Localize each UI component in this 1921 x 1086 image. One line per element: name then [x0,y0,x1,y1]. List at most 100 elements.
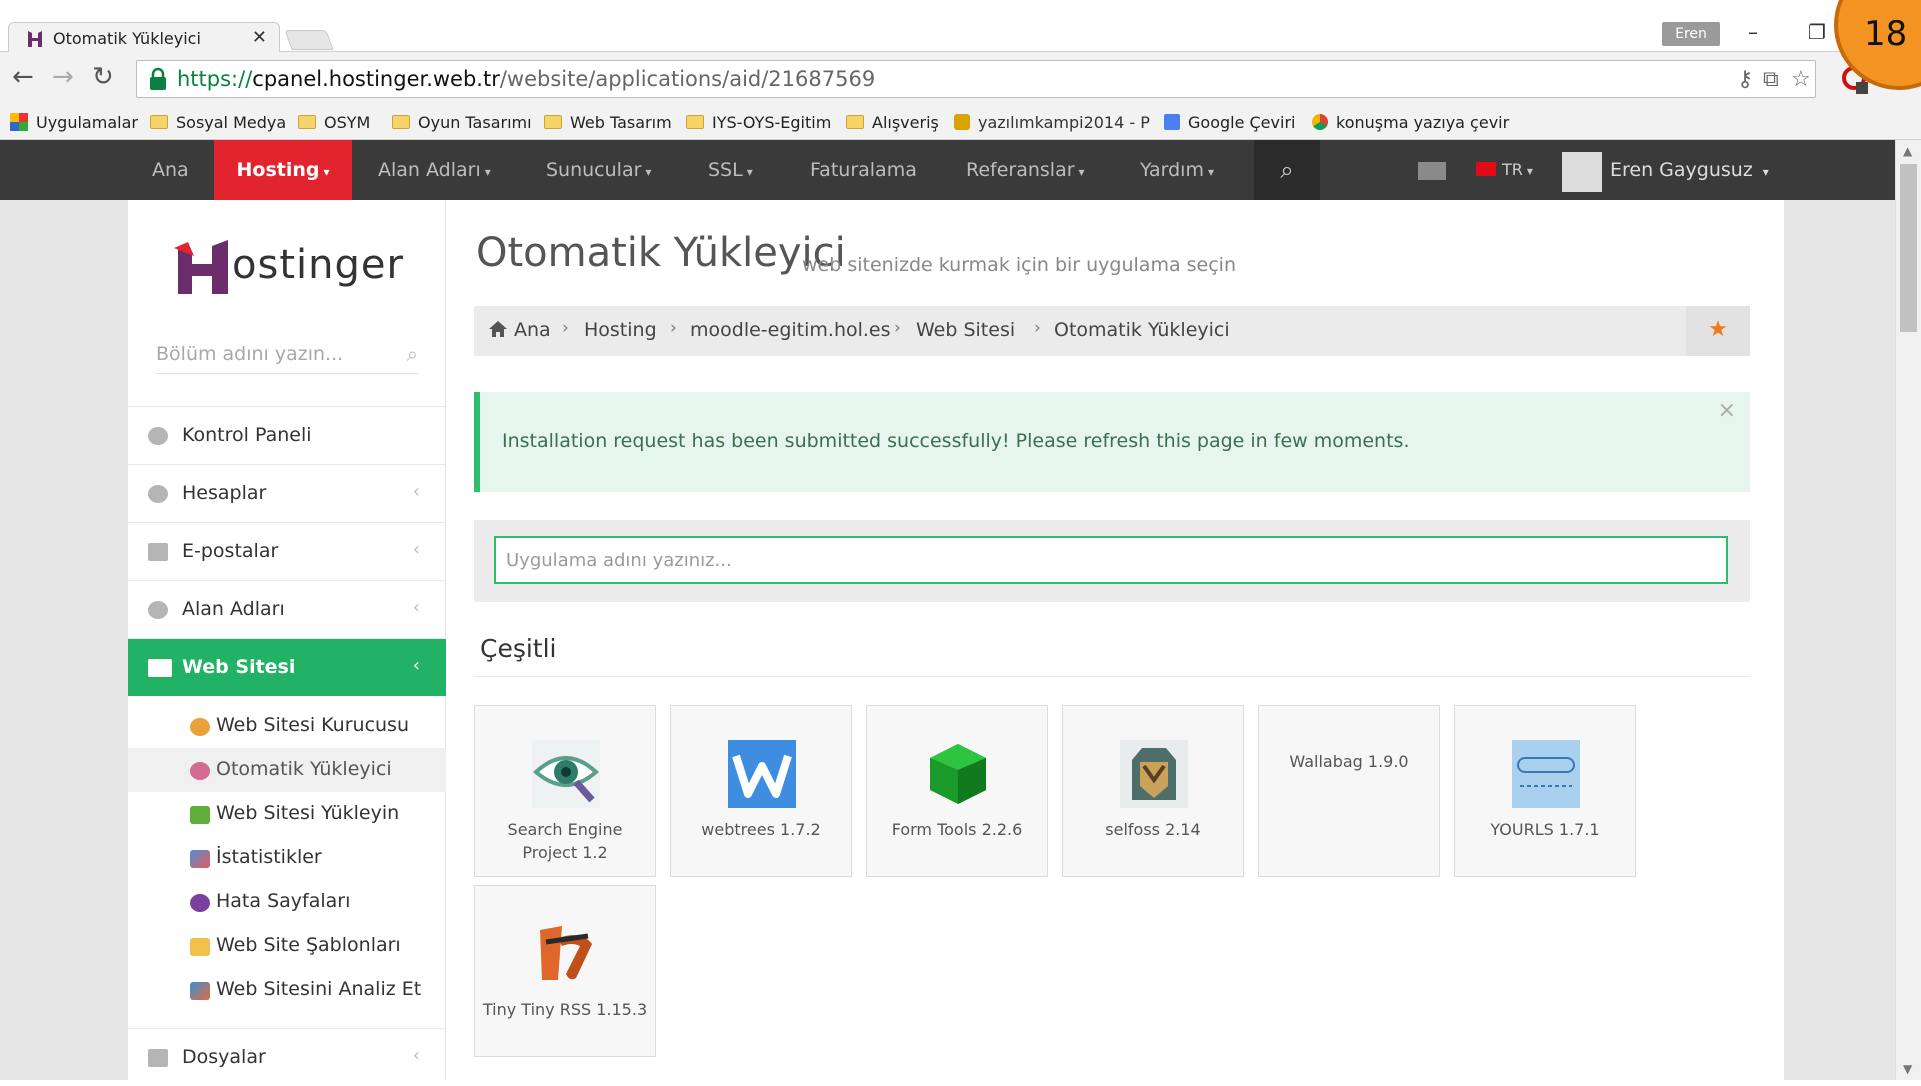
sidebar-item-alan-adlari[interactable]: Alan Adları ‹ [128,580,446,638]
minimize-icon[interactable]: – [1748,20,1758,44]
app-search-input[interactable] [494,536,1728,584]
app-card-form-tools[interactable]: Form Tools 2.2.6 [866,705,1048,877]
sidebar-subitem-upload-website[interactable]: Web Sitesi Yükleyin [128,792,446,836]
new-tab-button[interactable] [284,30,334,50]
breadcrumb-separator: › [562,318,569,338]
app-name: Wallabag 1.9.0 [1289,752,1409,771]
bookmark-yazilimkampi[interactable]: yazılımkampi2014 - P [954,113,1150,132]
bookmark-alisveris[interactable]: Alışveriş [846,113,939,132]
scroll-down-arrow-icon[interactable]: ▼ [1903,1062,1912,1076]
sidebar-subitem-statistics[interactable]: İstatistikler [128,836,446,880]
nav-referanslar[interactable]: Referanslar ▾ [966,140,1085,200]
breadcrumb-ana[interactable]: Ana [514,319,551,341]
sidebar-subitem-templates[interactable]: Web Site Şablonları [128,924,446,968]
app-card-yourls[interactable]: YOURLS 1.7.1 [1454,705,1636,877]
language-selector[interactable]: TR ▾ [1476,140,1533,200]
bookmark-label: Web Tasarım [570,113,672,132]
browser-tab[interactable]: Otomatik Yükleyici ✕ [8,22,280,54]
bookmark-label: IYS-OYS-Egitim [712,113,832,132]
chevron-down-icon: ▾ [1762,165,1769,179]
nav-faturalama[interactable]: Faturalama [810,140,917,200]
nav-yardim[interactable]: Yardım ▾ [1140,140,1214,200]
scroll-up-arrow-icon[interactable]: ▲ [1903,144,1912,158]
site-navbar: Ana Hosting ▾ Alan Adları ▾ Sunucular ▾ SSL… [0,140,1895,200]
app-card-webtrees[interactable]: webtrees 1.7.2 [670,705,852,877]
bookmark-star-icon[interactable]: ☆ [1791,67,1811,92]
bookmark-iys-oys-egitim[interactable]: IYS-OYS-Egitim [686,113,831,132]
user-menu[interactable]: Eren Gaygusuz ▾ [1610,140,1769,200]
bookmark-oyun-tasarimi[interactable]: Oyun Tasarımı [392,113,532,132]
close-icon[interactable]: × [1718,398,1736,423]
bookmark-label: OSYM [324,113,371,132]
bookmark-konusma[interactable]: konuşma yazıya çevir [1312,113,1509,132]
bookmark-label: Alışveriş [872,113,939,132]
scrollbar-thumb[interactable] [1900,164,1917,332]
sidebar-subitem-label: Otomatik Yükleyici [216,758,392,780]
nav-alan-adlari[interactable]: Alan Adları ▾ [378,140,491,200]
breadcrumb-current: Otomatik Yükleyici [1054,319,1230,341]
nav-label: Referanslar [966,159,1075,181]
apps-bookmark[interactable]: Uygulamalar [10,113,138,132]
sidebar-subitem-label: Web Sitesi Yükleyin [216,802,400,824]
bookmark-label: Google Çeviri [1188,113,1296,132]
app-name: YOURLS 1.7.1 [1490,820,1600,839]
restore-icon[interactable]: ❐ [1808,20,1826,44]
nav-hosting[interactable]: Hosting ▾ [214,140,352,200]
back-arrow-icon[interactable]: ← [12,62,34,92]
mail-icon[interactable] [1418,162,1446,180]
key-icon[interactable]: ⚷ [1737,67,1753,92]
sidebar-item-e-postalar[interactable]: E-postalar ‹ [128,522,446,580]
star-icon[interactable]: ★ [1686,306,1750,356]
nav-label: Hosting [236,159,320,181]
bookmark-sosyal-medya[interactable]: Sosyal Medya [150,113,286,132]
chevron-down-icon: ▾ [1207,165,1214,179]
breadcrumb-hosting[interactable]: Hosting [584,319,657,341]
section-search-input[interactable] [156,338,376,370]
tab-close-icon[interactable]: ✕ [252,27,267,48]
tab-strip: Otomatik Yükleyici ✕ Eren – ❐ [0,0,1921,54]
translate-icon[interactable]: ⧉ [1763,67,1779,92]
app-card-tiny-tiny-rss[interactable]: Tiny Tiny RSS 1.15.3 [474,885,656,1057]
sidebar-item-kontrol-paneli[interactable]: Kontrol Paneli [128,406,446,464]
warning-icon [190,894,210,912]
folder-open-icon [148,1049,168,1067]
sidebar-subitem-analyze[interactable]: Web Sitesini Analiz Et [128,968,446,1012]
app-card-wallabag[interactable]: Wallabag 1.9.0 [1258,705,1440,877]
chevron-down-icon: ▾ [1526,164,1533,178]
folder-icon [846,115,864,129]
folder-icon [686,115,704,129]
success-alert: Installation request has been submitted … [474,392,1750,492]
page-scrollbar[interactable]: ▲ ▼ [1895,140,1921,1080]
bookmark-google-ceviri[interactable]: Google Çeviri [1164,113,1295,132]
avatar[interactable] [1562,152,1602,192]
search-icon[interactable]: ⌕ [1254,140,1320,200]
gears-icon [190,762,210,780]
nav-ana[interactable]: Ana [152,140,189,200]
reload-icon[interactable]: ↻ [92,62,114,92]
sidebar-subitem-auto-installer[interactable]: Otomatik Yükleyici [128,748,446,792]
breadcrumb-web-sitesi[interactable]: Web Sitesi [916,319,1015,341]
chevron-left-icon: ‹ [412,1045,420,1066]
address-bar[interactable]: https://cpanel.hostinger.web.tr/website/… [136,60,1816,98]
nav-ssl[interactable]: SSL ▾ [708,140,753,200]
language-label: TR [1502,160,1523,179]
sidebar-subitem-error-pages[interactable]: Hata Sayfaları [128,880,446,924]
sidebar-subitem-website-builder[interactable]: Web Sitesi Kurucusu [128,704,446,748]
search-icon[interactable]: ⌕ [407,342,418,366]
profile-badge[interactable]: Eren [1662,22,1720,46]
sidebar-item-hesaplar[interactable]: Hesaplar ‹ [128,464,446,522]
sidebar-item-web-sitesi[interactable]: Web Sitesi ‹ [128,638,446,696]
app-card-search-engine-project[interactable]: Search Engine Project 1.2 [474,705,656,877]
nav-label: Ana [152,159,189,181]
nav-sunucular[interactable]: Sunucular ▾ [546,140,651,200]
nav-label: Yardım [1140,159,1204,181]
template-icon [190,938,210,956]
sidebar-item-dosyalar[interactable]: Dosyalar ‹ [128,1028,446,1086]
user-name: Eren Gaygusuz [1610,159,1753,181]
page-body: ostinger ⌕ Kontrol Paneli Hesaplar ‹ E-p… [0,200,1895,1080]
bookmark-osym[interactable]: OSYM [298,113,370,132]
forward-arrow-icon[interactable]: → [52,62,74,92]
bookmark-web-tasarim[interactable]: Web Tasarım [544,113,672,132]
breadcrumb-domain[interactable]: moodle-egitim.hol.es [690,319,891,341]
app-card-selfoss[interactable]: selfoss 2.14 [1062,705,1244,877]
